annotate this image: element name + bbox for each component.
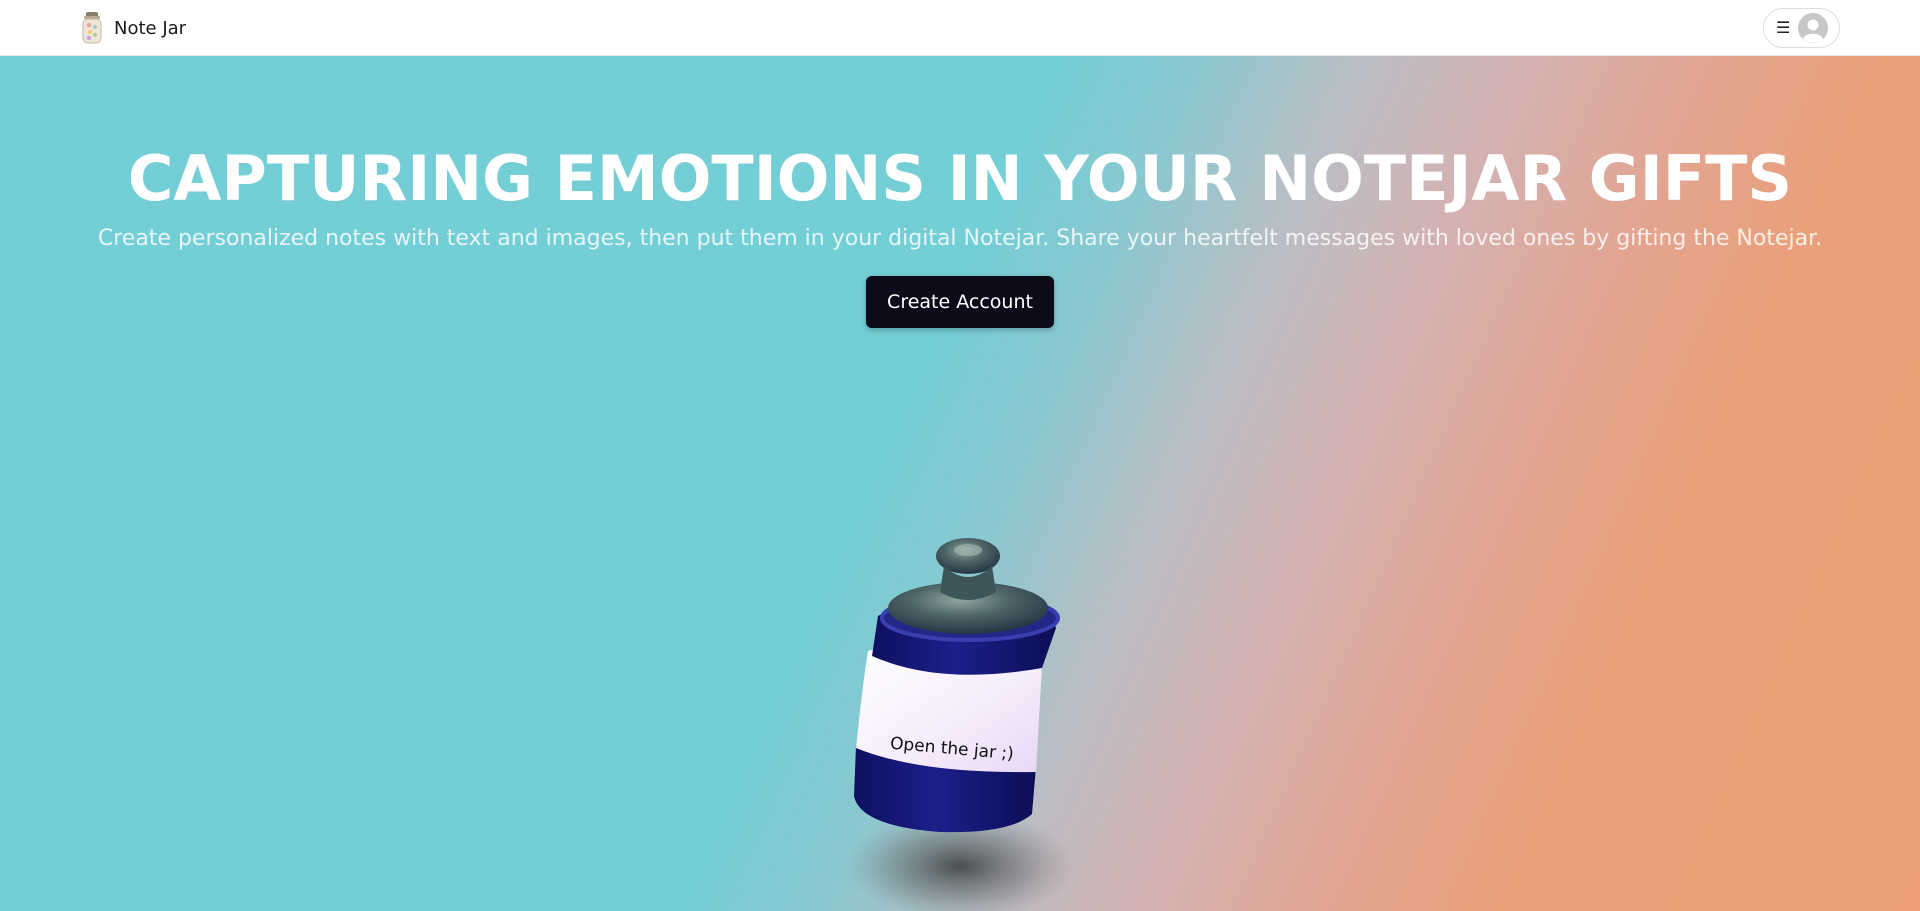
brand-home-link[interactable]: Note Jar [80, 10, 186, 46]
user-avatar-icon [1798, 13, 1828, 43]
hero-section: CAPTURING EMOTIONS IN YOUR NOTEJAR GIFTS… [0, 56, 1920, 911]
user-menu-button[interactable]: ☰ [1763, 8, 1840, 48]
hero-title: CAPTURING EMOTIONS IN YOUR NOTEJAR GIFTS [127, 142, 1793, 215]
top-navbar: Note Jar ☰ [0, 0, 1920, 56]
jar-3d-model[interactable]: Open the jar ;) [820, 496, 1100, 911]
hero-subtitle: Create personalized notes with text and … [97, 226, 1823, 251]
hamburger-icon: ☰ [1776, 18, 1791, 37]
create-account-button[interactable]: Create Account [866, 276, 1054, 328]
jar-illustration: Open the jar ;) [845, 538, 1075, 911]
brand-name: Note Jar [114, 17, 187, 39]
jar-logo-icon [82, 12, 102, 44]
